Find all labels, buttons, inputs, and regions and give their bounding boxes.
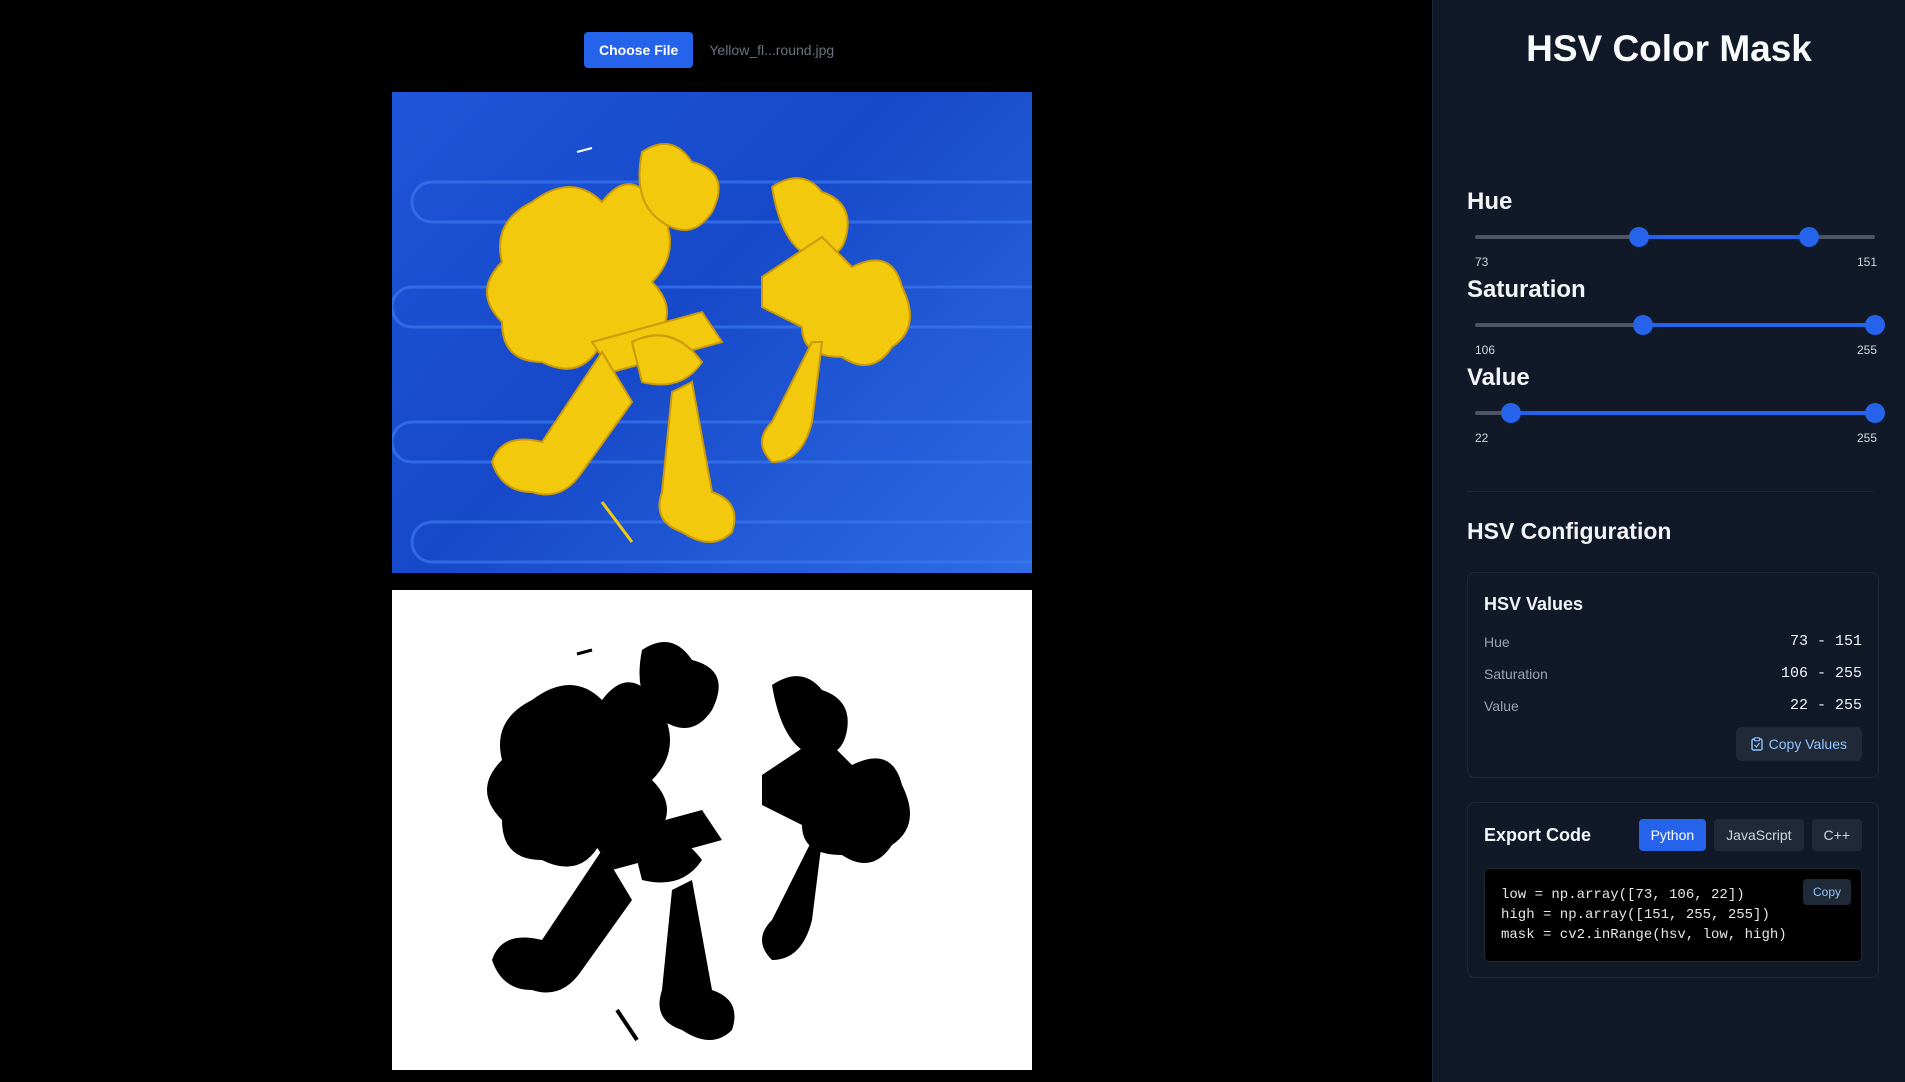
hue-label: Hue	[1467, 188, 1513, 215]
mask-silhouette	[487, 642, 910, 1042]
hsv-row-label: Hue	[1484, 633, 1510, 650]
tab-javascript[interactable]: JavaScript	[1714, 819, 1804, 851]
hsv-row-label: Value	[1484, 697, 1519, 714]
choose-file-button[interactable]: Choose File	[584, 32, 694, 68]
hsv-row-label: Saturation	[1484, 665, 1548, 682]
saturation-min-handle[interactable]	[1633, 315, 1653, 335]
value-max-value: 255	[1856, 431, 1877, 445]
hue-range-fill	[1639, 235, 1809, 239]
hue-slider-group: Hue 73 151	[1467, 188, 1877, 269]
value-min-handle[interactable]	[1501, 403, 1521, 423]
saturation-max-value: 255	[1856, 343, 1877, 357]
code-line: mask = cv2.inRange(hsv, low, high)	[1501, 927, 1787, 943]
panel-title: HSV Color Mask	[1526, 28, 1812, 69]
hsv-row-value: 22 - 255	[1789, 697, 1862, 714]
hue-max-handle[interactable]	[1799, 227, 1819, 247]
hsv-row-value-channel: Value 22 - 255	[1484, 697, 1862, 714]
hsv-row-hue: Hue 73 - 151	[1484, 633, 1862, 650]
source-image	[392, 92, 1032, 573]
hue-min-handle[interactable]	[1629, 227, 1649, 247]
image-workspace: Choose File Yellow_fl...round.jpg	[0, 0, 1432, 1082]
saturation-max-handle[interactable]	[1865, 315, 1885, 335]
file-upload-row: Choose File Yellow_fl...round.jpg	[584, 32, 834, 68]
value-slider-group: Value 22 255	[1467, 364, 1885, 445]
language-tabs: Python JavaScript C++	[1638, 819, 1862, 851]
hue-min-value: 73	[1475, 255, 1489, 269]
hsv-row-value: 106 - 255	[1780, 665, 1862, 682]
hsv-row-value: 73 - 151	[1789, 633, 1862, 650]
saturation-range-slider[interactable]	[1475, 315, 1885, 335]
hsv-row-saturation: Saturation 106 - 255	[1484, 665, 1862, 682]
selected-file-name: Yellow_fl...round.jpg	[709, 42, 835, 58]
hue-range-slider[interactable]	[1475, 227, 1875, 247]
export-code-heading: Export Code	[1484, 825, 1592, 845]
saturation-label: Saturation	[1467, 276, 1586, 303]
export-code-card: Export Code Python JavaScript C++ low = …	[1467, 802, 1879, 978]
saturation-min-value: 106	[1475, 343, 1496, 357]
clipboard-icon	[1750, 737, 1763, 751]
control-panel: HSV Color Mask Hue 73 151 Saturation 106…	[1432, 0, 1905, 1082]
hsv-values-heading: HSV Values	[1484, 594, 1584, 614]
copy-code-button[interactable]: Copy	[1802, 879, 1851, 905]
copy-values-button[interactable]: Copy Values	[1735, 727, 1862, 761]
code-line: low = np.array([73, 106, 22])	[1501, 887, 1745, 903]
hsv-values-card: HSV Values Hue 73 - 151 Saturation 106 -…	[1467, 572, 1879, 778]
mask-preview	[392, 590, 1032, 1070]
code-line: high = np.array([151, 255, 255])	[1501, 907, 1770, 923]
value-max-handle[interactable]	[1865, 403, 1885, 423]
code-snippet: low = np.array([73, 106, 22]) high = np.…	[1484, 868, 1862, 962]
section-divider	[1467, 491, 1873, 492]
saturation-range-fill	[1643, 323, 1875, 327]
copy-values-label: Copy Values	[1768, 736, 1847, 752]
tab-cpp[interactable]: C++	[1811, 819, 1862, 851]
flower-photo-illustration	[392, 143, 1032, 564]
value-label: Value	[1467, 364, 1530, 391]
value-range-fill	[1511, 411, 1875, 415]
tab-python[interactable]: Python	[1638, 819, 1707, 851]
value-min-value: 22	[1475, 431, 1489, 445]
hue-max-value: 151	[1856, 255, 1877, 269]
value-range-slider[interactable]	[1475, 403, 1885, 423]
hsv-configuration-heading: HSV Configuration	[1467, 518, 1672, 544]
saturation-slider-group: Saturation 106 255	[1467, 276, 1885, 357]
